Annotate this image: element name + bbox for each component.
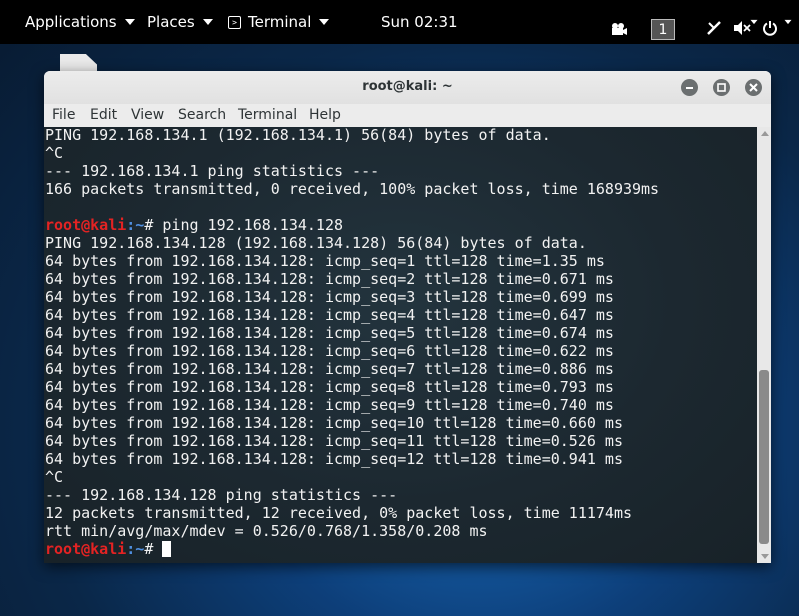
terminal-icon: > [228,15,241,29]
terminal-prompt-line: root@kali:~# ping 192.168.134.128 [45,216,659,234]
chevron-down-icon [750,19,758,25]
title-bar[interactable]: root@kali: ~ [44,71,771,104]
prompt-user: root@kali [45,540,127,558]
clock-label: Sun 02:31 [381,13,458,31]
command-text: ping 192.168.134.128 [162,216,344,234]
chevron-down-icon [202,19,213,25]
terminal-app-menu-label: Terminal [248,13,312,31]
menu-search[interactable]: Search [178,107,226,123]
text-cursor [162,541,172,557]
maximize-icon [717,83,726,92]
minimize-icon [686,87,693,89]
scroll-down-icon[interactable] [761,554,769,559]
terminal-line: 64 bytes from 192.168.134.128: icmp_seq=… [45,450,623,468]
terminal-line: PING 192.168.134.128 (192.168.134.128) 5… [45,234,587,252]
terminal-lines: PING 192.168.134.1 (192.168.134.1) 56(84… [45,127,659,558]
applications-menu-label: Applications [25,13,117,31]
prompt-path: :~ [126,540,145,558]
menu-file[interactable]: File [52,107,75,123]
terminal-line: 64 bytes from 192.168.134.128: icmp_seq=… [45,324,614,342]
terminal-app-menu[interactable]: > Terminal [228,0,330,44]
menu-bar: File Edit View Search Terminal Help [44,104,771,127]
terminal-line: 64 bytes from 192.168.134.128: icmp_seq=… [45,414,623,432]
scrollbar[interactable] [757,127,771,563]
top-panel: Applications Places > Terminal Sun 02:31… [0,0,799,44]
power-chevron[interactable] [783,0,793,44]
terminal-line: 64 bytes from 192.168.134.128: icmp_seq=… [45,396,614,414]
prompt-path: :~ [126,216,145,234]
terminal-line: 64 bytes from 192.168.134.128: icmp_seq=… [45,360,614,378]
scrollbar-thumb[interactable] [759,370,769,544]
maximize-button[interactable] [713,79,730,96]
scroll-up-icon[interactable] [761,131,769,136]
terminal-line: 64 bytes from 192.168.134.128: icmp_seq=… [45,288,614,306]
terminal-line: PING 192.168.134.1 (192.168.134.1) 56(84… [45,127,551,144]
tools-icon[interactable] [706,20,722,36]
chevron-down-icon [319,19,330,25]
terminal-line: 64 bytes from 192.168.134.128: icmp_seq=… [45,432,623,450]
close-button[interactable] [745,79,762,96]
chevron-down-icon [784,19,792,25]
menu-help[interactable]: Help [309,107,341,123]
prompt-symbol: # [144,216,163,234]
terminal-line: --- 192.168.134.128 ping statistics --- [45,486,398,504]
terminal-line: 64 bytes from 192.168.134.128: icmp_seq=… [45,306,614,324]
prompt-user: root@kali [45,216,127,234]
terminal-prompt-line: root@kali:~# [45,540,659,558]
applications-menu[interactable]: Applications [25,0,135,44]
minimize-button[interactable] [681,79,698,96]
power-icon[interactable] [762,20,778,36]
clock[interactable]: Sun 02:31 [381,0,458,44]
terminal-line: 64 bytes from 192.168.134.128: icmp_seq=… [45,252,605,270]
menu-edit[interactable]: Edit [90,107,117,123]
terminal-line: 64 bytes from 192.168.134.128: icmp_seq=… [45,270,614,288]
terminal-line: rtt min/avg/max/mdev = 0.526/0.768/1.358… [45,522,488,540]
volume-chevron[interactable] [749,0,759,44]
terminal-line: ^C [45,144,64,162]
terminal-line: 166 packets transmitted, 0 received, 100… [45,180,660,198]
terminal-line: 12 packets transmitted, 12 received, 0% … [45,504,632,522]
close-icon [749,83,758,92]
terminal-output[interactable]: PING 192.168.134.1 (192.168.134.1) 56(84… [44,127,757,563]
window-title: root@kali: ~ [362,79,453,94]
terminal-line: 64 bytes from 192.168.134.128: icmp_seq=… [45,378,614,396]
terminal-window: root@kali: ~ File Edit View Search Termi… [44,71,771,563]
places-menu[interactable]: Places [147,0,213,44]
chevron-down-icon [124,19,135,25]
menu-terminal[interactable]: Terminal [238,107,297,123]
terminal-line: --- 192.168.134.1 ping statistics --- [45,162,380,180]
workspace-indicator[interactable]: 1 [651,19,675,40]
places-menu-label: Places [147,13,195,31]
terminal-line: 64 bytes from 192.168.134.128: icmp_seq=… [45,342,614,360]
terminal-line: ^C [45,468,64,486]
prompt-symbol: # [144,540,163,558]
menu-view[interactable]: View [131,107,164,123]
video-camera-icon[interactable] [610,22,628,36]
